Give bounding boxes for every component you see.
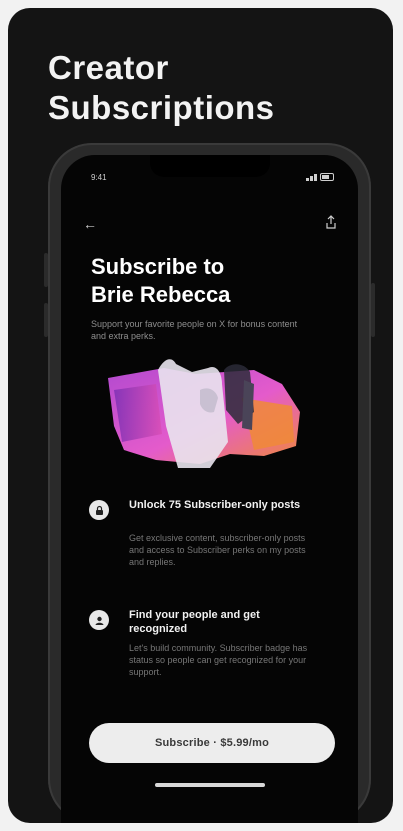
page-title: Subscribe to Brie Rebecca — [91, 253, 230, 309]
status-time: 9:41 — [91, 173, 107, 182]
signal-icon — [306, 173, 317, 181]
share-icon[interactable] — [326, 215, 336, 229]
phone-side-button-left-2 — [44, 303, 48, 337]
creator-illustration — [108, 359, 300, 468]
phone-frame: 9:41 ← Subscribe to Brie Rebecca Support… — [44, 143, 375, 823]
feature-title: Unlock 75 Subscriber-only posts — [129, 499, 301, 511]
lock-icon — [89, 500, 109, 520]
status-icons — [306, 173, 334, 181]
page-subtitle: Support your favorite people on X for bo… — [91, 319, 298, 341]
phone-screen: 9:41 ← Subscribe to Brie Rebecca Support… — [61, 155, 358, 823]
feature-description: Let's build community. Subscriber badge … — [129, 643, 308, 677]
back-arrow-icon[interactable]: ← — [83, 217, 97, 231]
title-line-2: Brie Rebecca — [91, 282, 231, 307]
badge-icon — [89, 610, 109, 630]
title-line-1: Subscribe to — [91, 254, 225, 279]
status-bar: 9:41 — [91, 173, 334, 183]
subscribe-button[interactable]: Subscribe · $5.99/mo — [89, 723, 335, 763]
feature-title: Find your people and get recognized — [129, 609, 260, 635]
headline-line-2: Subscriptions — [48, 89, 275, 126]
headline-line-1: Creator — [48, 49, 169, 86]
phone-side-button-right — [371, 283, 375, 337]
phone-side-button-left — [44, 253, 48, 287]
home-indicator — [154, 783, 265, 787]
promo-card: Creator Subscriptions 9:41 ← Subscribe t… — [8, 8, 393, 823]
promo-headline: Creator Subscriptions — [48, 48, 275, 128]
feature-description: Get exclusive content, subscriber-only p… — [129, 533, 306, 567]
battery-icon — [320, 173, 334, 181]
